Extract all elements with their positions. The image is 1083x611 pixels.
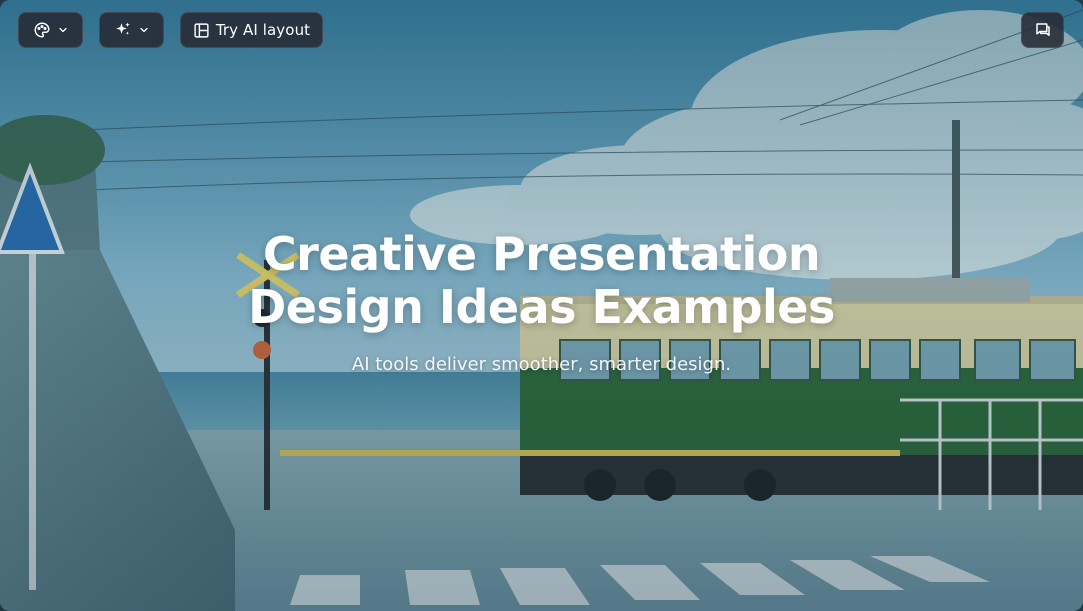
layout-icon xyxy=(193,22,210,39)
slide-title[interactable]: Creative Presentation Design Ideas Examp… xyxy=(0,228,1083,334)
slide-title-block[interactable]: Creative Presentation Design Ideas Examp… xyxy=(0,228,1083,376)
slide-subtitle[interactable]: AI tools deliver smoother, smarter desig… xyxy=(0,354,1083,375)
slide-canvas[interactable]: Try AI layout Creative Presentation Desi… xyxy=(0,0,1083,611)
try-ai-layout-label: Try AI layout xyxy=(215,21,311,39)
try-ai-layout-button[interactable]: Try AI layout xyxy=(180,12,323,48)
chevron-down-icon xyxy=(57,24,69,36)
ai-tools-dropdown-button[interactable] xyxy=(99,12,164,48)
comment-icon xyxy=(1034,21,1052,39)
title-line-1: Creative Presentation xyxy=(262,227,821,281)
comments-button[interactable] xyxy=(1021,12,1064,48)
title-line-2: Design Ideas Examples xyxy=(248,280,835,334)
palette-icon xyxy=(33,21,51,39)
chevron-down-icon xyxy=(138,24,150,36)
theme-dropdown-button[interactable] xyxy=(18,12,83,48)
sparkle-icon xyxy=(114,21,132,39)
